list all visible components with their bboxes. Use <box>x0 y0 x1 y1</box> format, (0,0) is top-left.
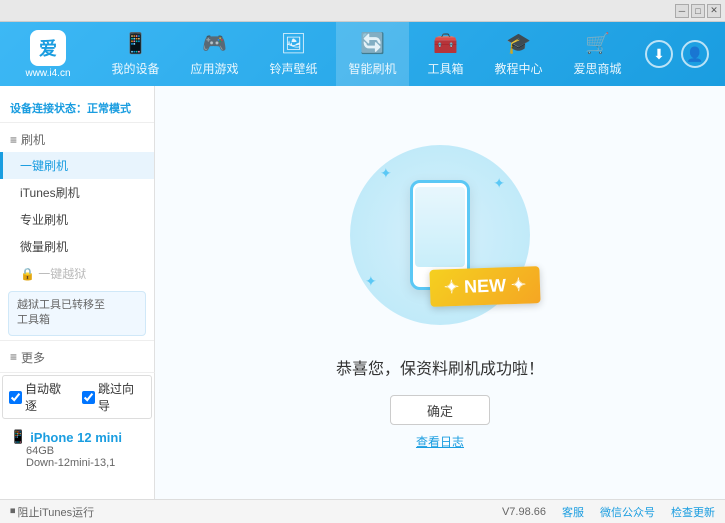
shop-icon: 🛒 <box>585 31 610 56</box>
section-more: ≡ 更多 <box>0 345 154 370</box>
sidebar-one-click-flash[interactable]: 一键刷机 <box>0 152 154 179</box>
checkbox-row: 自动歇逐 跳过向导 <box>2 375 152 419</box>
phone-screen <box>415 187 465 267</box>
toolbox-icon: 🧰 <box>433 31 458 56</box>
success-message: 恭喜您，保资料刷机成功啦！ <box>336 355 544 379</box>
close-button[interactable]: ✕ <box>707 4 721 18</box>
nav-wallpaper[interactable]: 🖼 铃声壁纸 <box>257 22 329 86</box>
stop-itunes-button[interactable]: ⏹ 阻止iTunes运行 <box>10 504 94 520</box>
sparkle-icon-3: ✦ <box>365 273 377 290</box>
minimize-button[interactable]: ─ <box>675 4 689 18</box>
user-button[interactable]: 👤 <box>681 40 709 68</box>
sidebar-bottom: 自动歇逐 跳过向导 📱 iPhone 12 mini 64GB Down-12m… <box>0 372 155 475</box>
title-bar: ─ □ ✕ <box>0 0 725 22</box>
wallpaper-icon: 🖼 <box>281 31 306 56</box>
sidebar-itunes-flash[interactable]: iTunes刷机 <box>0 179 154 206</box>
one-click-flash-label: 一键刷机 <box>20 159 68 173</box>
device-name-text: iPhone 12 mini <box>30 430 122 445</box>
version-text: V7.98.66 <box>502 506 546 518</box>
jailbreak-notice: 越狱工具已转移至工具箱 <box>8 291 146 336</box>
nav-shop[interactable]: 🛒 爱思商城 <box>561 22 633 86</box>
nav-toolbox[interactable]: 🧰 工具箱 <box>415 22 475 86</box>
device-firmware: Down-12mini-13,1 <box>10 457 144 469</box>
my-device-icon: 📱 <box>123 31 148 56</box>
bottom-left: ⏹ 阻止iTunes运行 <box>10 504 486 520</box>
section-flash: ≡ 刷机 <box>0 127 154 152</box>
auto-close-label: 自动歇逐 <box>25 380 72 414</box>
auto-close-checkbox[interactable]: 自动歇逐 <box>9 380 72 414</box>
stop-icon: ⏹ <box>10 505 16 518</box>
auto-close-input[interactable] <box>9 391 22 404</box>
confirm-button[interactable]: 确定 <box>390 395 490 425</box>
section-more-icon: ≡ <box>10 350 17 364</box>
nav-apps[interactable]: 🎮 应用游戏 <box>178 22 250 86</box>
content-area: ✦ ✦ ✦ ✦ NEW ✦ 恭喜您，保资料刷机成功啦！ 确定 查看日志 <box>155 86 725 499</box>
maximize-button[interactable]: □ <box>691 4 705 18</box>
nav-tutorial-label: 教程中心 <box>494 60 542 77</box>
device-section: 📱 iPhone 12 mini 64GB Down-12mini-13,1 <box>0 423 154 475</box>
section-flash-label: 刷机 <box>21 131 45 148</box>
sparkle-icon-2: ✦ <box>493 175 505 192</box>
itunes-flash-label: iTunes刷机 <box>20 186 80 200</box>
check-update-link[interactable]: 检查更新 <box>671 504 715 520</box>
nav-toolbox-label: 工具箱 <box>427 60 463 77</box>
skip-wizard-input[interactable] <box>82 391 95 404</box>
bottom-right: V7.98.66 客服 微信公众号 检查更新 <box>502 504 715 520</box>
sidebar-divider <box>0 340 154 341</box>
customer-service-link[interactable]: 客服 <box>562 504 584 520</box>
nav-my-device[interactable]: 📱 我的设备 <box>99 22 171 86</box>
main-area: 设备连接状态：正常模式 ≡ 刷机 一键刷机 iTunes刷机 专业刷机 微量刷机… <box>0 86 725 499</box>
stop-label: 阻止iTunes运行 <box>18 504 95 520</box>
smart-flash-icon: 🔄 <box>360 31 385 56</box>
skip-wizard-checkbox[interactable]: 跳过向导 <box>82 380 145 414</box>
section-more-label: 更多 <box>21 349 45 366</box>
sidebar-partial-flash[interactable]: 微量刷机 <box>0 233 154 260</box>
phone-circle-bg: ✦ ✦ ✦ ✦ NEW ✦ <box>350 145 530 325</box>
status-value: 正常模式 <box>87 103 131 115</box>
header-right: ⬇ 👤 <box>637 40 717 68</box>
device-storage: 64GB <box>10 445 144 457</box>
nav-smart-flash-label: 智能刷机 <box>348 60 396 77</box>
sidebar-pro-flash[interactable]: 专业刷机 <box>0 206 154 233</box>
apps-icon: 🎮 <box>202 31 227 56</box>
status-label: 设备连接状态： <box>10 103 87 115</box>
logo-icon: 爱 <box>30 30 66 66</box>
nav-bar: 📱 我的设备 🎮 应用游戏 🖼 铃声壁纸 🔄 智能刷机 🧰 工具箱 🎓 教程中心… <box>96 22 637 86</box>
header: 爱 www.i4.cn 📱 我的设备 🎮 应用游戏 🖼 铃声壁纸 🔄 智能刷机 … <box>0 22 725 86</box>
nav-wallpaper-label: 铃声壁纸 <box>269 60 317 77</box>
phone-illustration: ✦ ✦ ✦ ✦ NEW ✦ <box>340 135 540 335</box>
tutorial-icon: 🎓 <box>506 31 531 56</box>
bottom-bar: ⏹ 阻止iTunes运行 V7.98.66 客服 微信公众号 检查更新 <box>0 499 725 523</box>
sidebar-jailbreak-gray: 🔒 一键越狱 <box>0 260 154 287</box>
device-icon: 📱 <box>10 429 26 445</box>
jailbreak-notice-text: 越狱工具已转移至工具箱 <box>17 299 105 326</box>
connection-status: 设备连接状态：正常模式 <box>0 94 154 123</box>
download-button[interactable]: ⬇ <box>645 40 673 68</box>
nav-apps-label: 应用游戏 <box>190 60 238 77</box>
partial-flash-label: 微量刷机 <box>20 240 68 254</box>
window-controls[interactable]: ─ □ ✕ <box>675 4 721 18</box>
sparkle-icon-1: ✦ <box>380 165 392 182</box>
wechat-link[interactable]: 微信公众号 <box>600 504 655 520</box>
logo[interactable]: 爱 www.i4.cn <box>8 30 88 79</box>
skip-wizard-label: 跳过向导 <box>98 380 145 414</box>
nav-tutorial[interactable]: 🎓 教程中心 <box>482 22 554 86</box>
new-badge: ✦ NEW ✦ <box>429 266 540 307</box>
logo-url: www.i4.cn <box>25 68 70 79</box>
pro-flash-label: 专业刷机 <box>20 213 68 227</box>
section-flash-icon: ≡ <box>10 133 17 147</box>
nav-my-device-label: 我的设备 <box>111 60 159 77</box>
view-log-link[interactable]: 查看日志 <box>416 433 464 450</box>
jailbreak-label: 一键越狱 <box>38 267 86 281</box>
nav-smart-flash[interactable]: 🔄 智能刷机 <box>336 22 408 86</box>
nav-shop-label: 爱思商城 <box>573 60 621 77</box>
device-name: 📱 iPhone 12 mini <box>10 429 144 445</box>
